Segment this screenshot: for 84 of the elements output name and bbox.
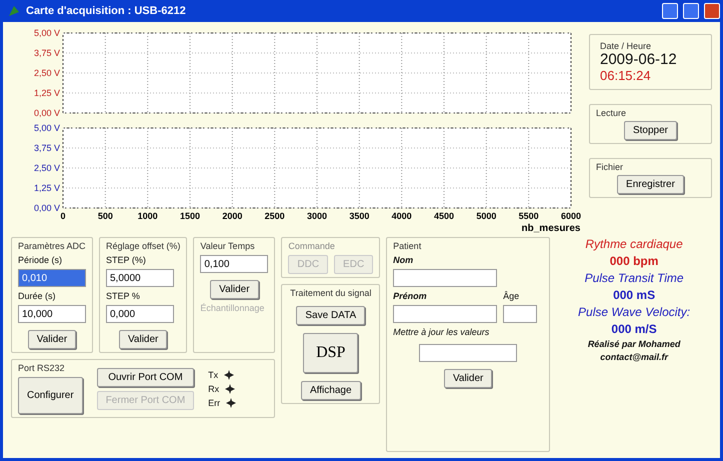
field-label: Durée (s) xyxy=(18,291,57,301)
x-tick-label: 2500 xyxy=(264,211,285,221)
input-field[interactable]: 0,010 xyxy=(18,269,86,287)
x-tick-label: 4500 xyxy=(434,211,454,221)
maximize-button[interactable] xyxy=(683,3,699,19)
action-button[interactable]: Save DATA xyxy=(296,306,366,325)
field-label: Nom xyxy=(393,255,414,265)
field-label: Période (s) xyxy=(18,255,64,265)
y-tick-label: 1,25 V xyxy=(34,88,60,98)
action-button[interactable]: Affichage xyxy=(301,381,361,400)
credit-text: contact@mail.fr xyxy=(600,352,668,362)
x-tick-label: 3000 xyxy=(306,211,328,221)
group-label: Patient xyxy=(393,241,422,251)
y-tick-label: 1,25 V xyxy=(34,183,60,193)
y-tick-label: 5,00 V xyxy=(34,123,60,133)
validate-button[interactable]: Valider xyxy=(210,280,259,299)
input-field[interactable]: 5,0000 xyxy=(106,269,174,287)
action-button[interactable]: Enregistrer xyxy=(617,175,684,194)
window-title: Carte d'acquisition : USB-6212 xyxy=(26,5,186,17)
field-label: Âge xyxy=(503,291,520,301)
field-label: STEP % xyxy=(106,291,141,301)
close-button[interactable] xyxy=(704,3,720,19)
readout-label: Pulse Wave Velocity: xyxy=(578,305,690,319)
y-tick-label: 0,00 V xyxy=(34,108,60,118)
field-label: Mettre à jour les valeurs xyxy=(393,327,490,337)
x-tick-label: 0 xyxy=(60,211,66,221)
port-button[interactable]: Ouvrir Port COM xyxy=(96,368,194,386)
group-label: Lecture xyxy=(596,108,628,118)
readout-label: Pulse Transit Time xyxy=(584,271,684,285)
y-tick-label: 3,75 V xyxy=(34,48,60,58)
x-axis-title: nb_mesures xyxy=(522,223,580,233)
group-label: Fichier xyxy=(596,162,624,172)
field-label: STEP (%) xyxy=(106,255,147,265)
y-tick-label: 5,00 V xyxy=(34,28,60,38)
action-button[interactable]: DSP xyxy=(303,333,358,373)
time-text: 06:15:24 xyxy=(600,68,652,83)
readout-value: 000 m/S xyxy=(611,322,657,336)
input-field[interactable] xyxy=(419,344,518,362)
group-label: Valeur Temps xyxy=(200,241,256,251)
led-icon xyxy=(225,384,236,394)
y-tick-label: 2,50 V xyxy=(34,68,60,78)
x-tick-label: 500 xyxy=(98,211,113,221)
led-label: Rx xyxy=(208,384,220,394)
credit-text: Réalisé par Mohamed xyxy=(588,339,680,349)
led-label: Err xyxy=(208,398,220,408)
y-tick-label: 2,50 V xyxy=(34,163,60,173)
app-icon xyxy=(7,4,21,18)
group-label: Port RS232 xyxy=(18,363,66,373)
name-field[interactable] xyxy=(393,269,498,287)
input-field[interactable]: 10,000 xyxy=(18,305,86,323)
input-field[interactable]: 0,100 xyxy=(200,255,268,273)
y-tick-label: 3,75 V xyxy=(34,143,60,153)
readout-value: 000 mS xyxy=(613,288,656,302)
group-label: Date / Heure xyxy=(600,41,652,51)
x-tick-label: 6000 xyxy=(560,211,581,221)
configure-button[interactable]: Configurer xyxy=(18,377,83,414)
group-label: Réglage offset (%) xyxy=(106,241,180,251)
x-tick-label: 4000 xyxy=(392,211,412,221)
group-label: Traitement du signal xyxy=(290,288,372,298)
x-tick-label: 5000 xyxy=(476,211,496,221)
x-tick-label: 3500 xyxy=(349,211,370,221)
action-button[interactable]: Stopper xyxy=(624,121,678,140)
x-tick-label: 2000 xyxy=(222,211,242,221)
validate-button[interactable]: Valider xyxy=(444,369,492,388)
x-tick-label: 5500 xyxy=(518,211,539,221)
led-label: Tx xyxy=(208,370,218,380)
led-icon xyxy=(226,398,236,408)
age-field[interactable] xyxy=(503,305,538,323)
date-text: 2009-06-12 xyxy=(600,51,678,68)
input-field[interactable]: 0,000 xyxy=(106,305,174,323)
led-icon xyxy=(224,370,234,380)
readout-value: 000 bpm xyxy=(610,254,658,268)
readout-label: Rythme cardiaque xyxy=(585,237,683,251)
firstname-field[interactable] xyxy=(393,305,498,323)
disabled-label: Échantillonnage xyxy=(200,303,266,313)
y-tick-label: 0,00 V xyxy=(34,203,60,213)
validate-button[interactable]: Valider xyxy=(118,330,168,349)
x-tick-label: 1500 xyxy=(180,211,200,221)
field-label: Prénom xyxy=(393,291,428,301)
group-label: Commande xyxy=(288,241,336,251)
group-label: Paramètres ADC xyxy=(18,241,86,251)
minimize-button[interactable] xyxy=(662,3,678,19)
x-tick-label: 1000 xyxy=(138,211,158,221)
validate-button[interactable]: Valider xyxy=(28,330,76,349)
